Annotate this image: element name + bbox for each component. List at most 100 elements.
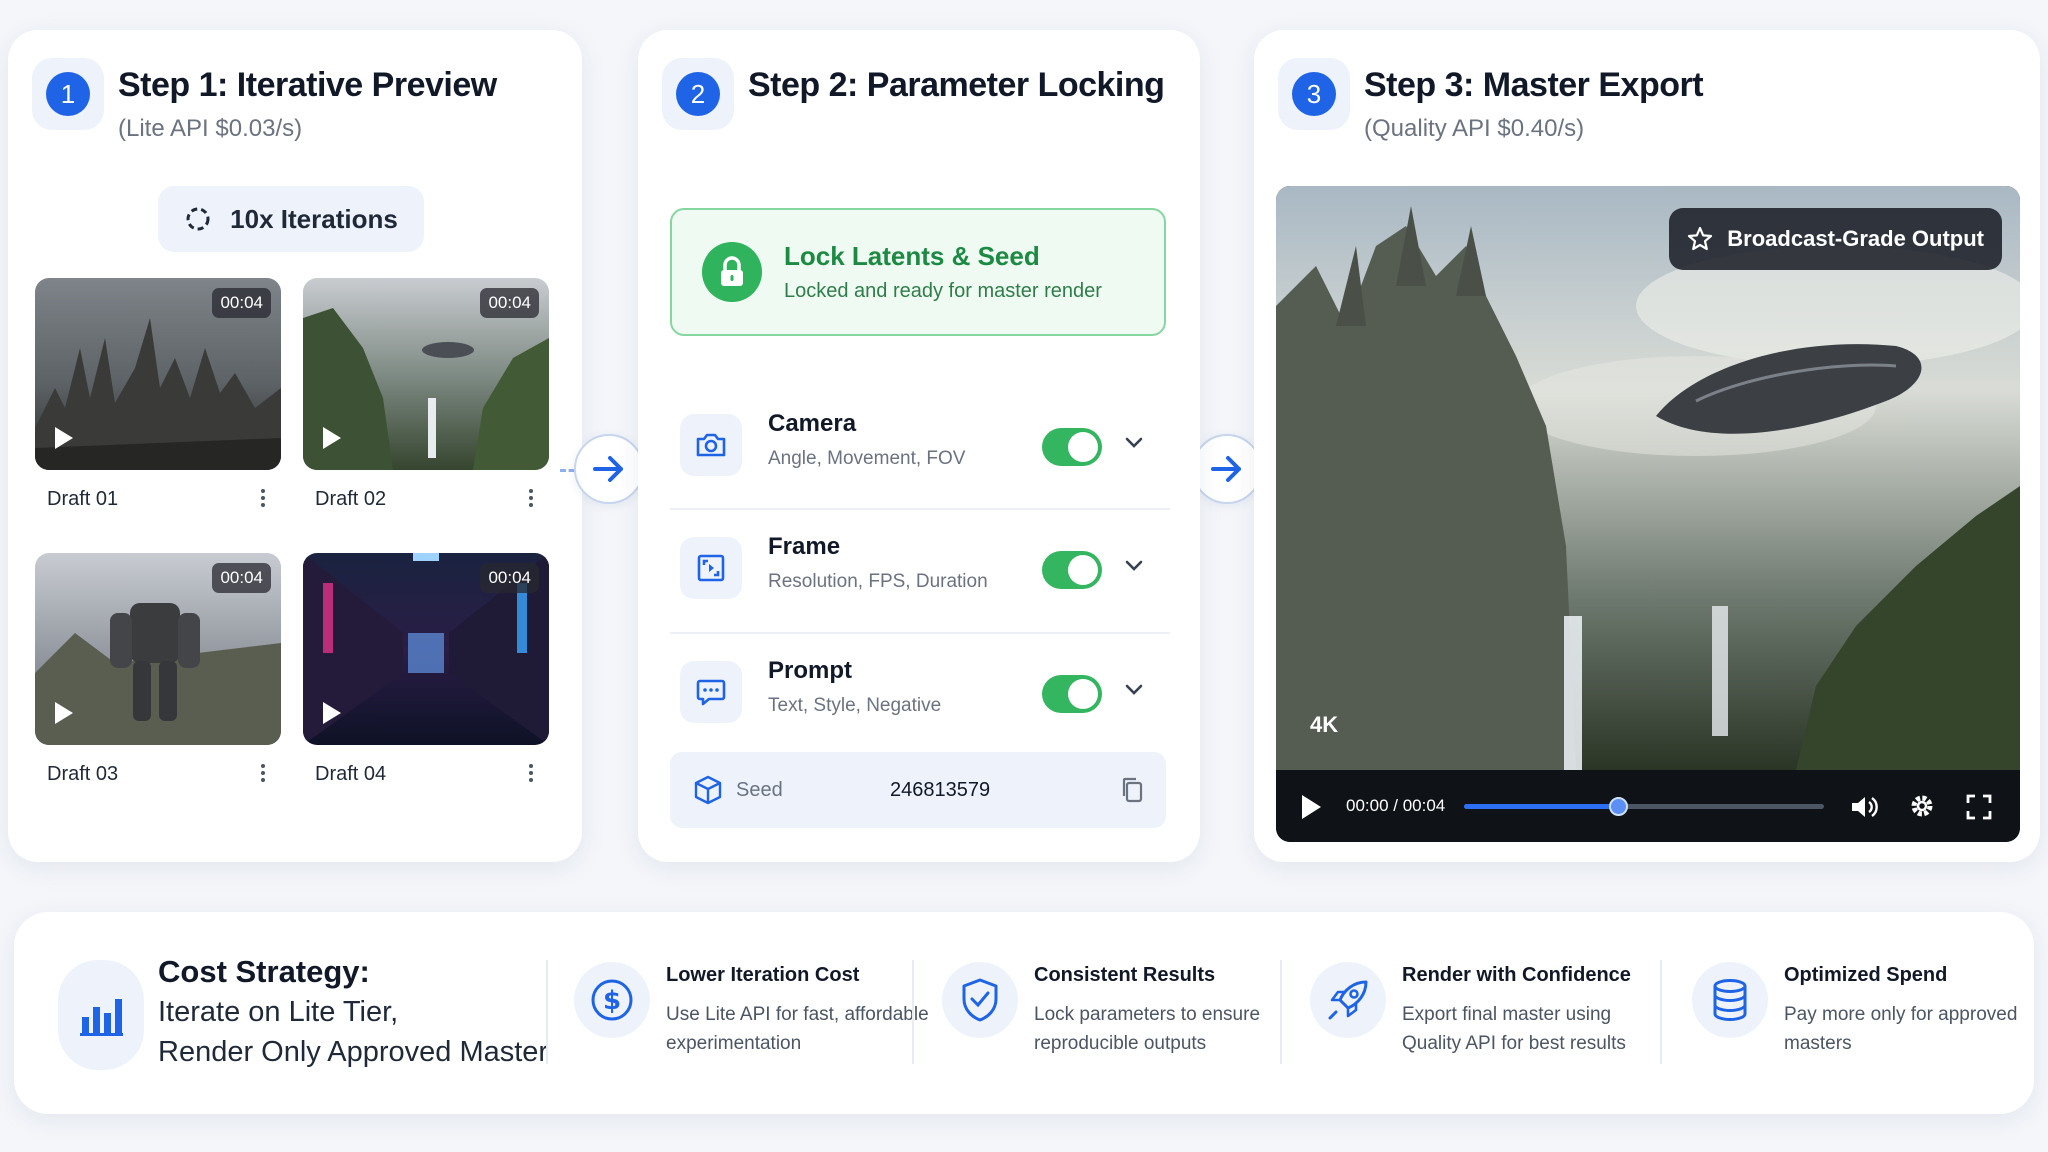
param-title-frame: Frame [768, 533, 841, 560]
param-row-prompt: Prompt Text, Style, Negative [670, 631, 1170, 753]
master-video-frame [1276, 186, 2020, 770]
progress-fill [1464, 804, 1619, 809]
step1-number: 1 [46, 72, 90, 116]
step3-card: 3 Step 3: Master Export (Quality API $0.… [1254, 30, 2040, 862]
cost-line-1: Iterate on Lite Tier, [158, 996, 399, 1028]
lock-latents-panel[interactable]: Lock Latents & Seed Locked and ready for… [670, 208, 1166, 336]
draft-duration-01: 00:04 [212, 288, 271, 318]
draft-duration-03: 00:04 [212, 563, 271, 593]
draft-label-02: Draft 02 [315, 488, 387, 510]
step1-title: Step 1: Iterative Preview [118, 66, 497, 104]
feature-desc: Use Lite API for fast, affordable experi… [666, 1004, 929, 1054]
seed-label: Seed [736, 778, 783, 801]
step2-card: 2 Step 2: Parameter Locking Lock Latents… [638, 30, 1200, 862]
seed-field[interactable]: Seed 246813579 [670, 752, 1166, 828]
camera-icon [680, 414, 742, 476]
draft-card-03[interactable]: 00:04 Draft 03 [35, 553, 281, 801]
cost-line-2: Render Only Approved Master [158, 1036, 549, 1068]
playback-time: 00:00 / 00:04 [1346, 796, 1446, 815]
lock-subtitle: Locked and ready for master render [784, 280, 1102, 302]
chevron-down-icon[interactable] [1124, 559, 1144, 573]
toggle-frame[interactable] [1042, 551, 1102, 589]
next-step-arrow-1[interactable] [574, 434, 644, 504]
play-icon[interactable] [321, 426, 343, 450]
step1-subtitle: (Lite API $0.03/s) [118, 115, 303, 142]
feature-title: Render with Confidence [1402, 964, 1631, 986]
step2-number: 2 [676, 72, 720, 116]
play-icon[interactable] [53, 426, 75, 450]
toggle-prompt[interactable] [1042, 675, 1102, 713]
feature-desc: Pay more only for approved masters [1784, 1004, 2018, 1054]
draft-label-01: Draft 01 [47, 488, 119, 510]
resolution-badge: 4K [1310, 712, 1339, 737]
lock-title: Lock Latents & Seed [784, 241, 1040, 271]
broadcast-label: Broadcast-Grade Output [1727, 226, 1984, 251]
param-title-prompt: Prompt [768, 657, 852, 684]
draft-thumbnail-02[interactable]: 00:04 [303, 278, 549, 470]
padlock-icon [702, 242, 762, 302]
draft-card-01[interactable]: 00:04 Draft 01 [35, 278, 281, 526]
gear-icon[interactable] [1908, 792, 1936, 820]
play-icon[interactable] [53, 701, 75, 725]
param-subtitle-camera: Angle, Movement, FOV [768, 448, 966, 469]
more-options-icon[interactable] [261, 486, 267, 510]
chevron-down-icon[interactable] [1124, 436, 1144, 450]
rocket-icon [1310, 962, 1386, 1038]
iterations-label: 10x Iterations [230, 203, 398, 234]
more-options-icon[interactable] [261, 761, 267, 785]
divider [1660, 960, 1662, 1064]
divider [546, 960, 548, 1064]
master-video-player[interactable]: Broadcast-Grade Output 4K 00:00 / 00:04 [1276, 186, 2020, 842]
arrow-right-icon [1211, 456, 1241, 482]
cost-strategy-panel: Cost Strategy: Iterate on Lite Tier, Ren… [14, 912, 2034, 1114]
arrow-right-icon [593, 456, 623, 482]
draft-duration-04: 00:04 [480, 563, 539, 593]
feature-desc: Lock parameters to ensure reproducible o… [1034, 1004, 1261, 1054]
star-icon [1688, 226, 1713, 251]
param-row-camera: Camera Angle, Movement, FOV [670, 384, 1170, 506]
chevron-down-icon[interactable] [1124, 683, 1144, 697]
toggle-camera[interactable] [1042, 428, 1102, 466]
draft-thumbnail-01[interactable]: 00:04 [35, 278, 281, 470]
draft-card-02[interactable]: 00:04 Draft 02 [303, 278, 549, 526]
feature-title: Consistent Results [1034, 964, 1216, 986]
step1-header: 1 Step 1: Iterative Preview (Lite API $0… [32, 58, 497, 143]
cost-title: Cost Strategy: [158, 954, 370, 989]
bar-chart-icon [58, 960, 144, 1070]
draft-label-04: Draft 04 [315, 763, 387, 785]
draft-card-04[interactable]: 00:04 Draft 04 [303, 553, 549, 801]
param-subtitle-prompt: Text, Style, Negative [768, 695, 942, 716]
feature-consistent-results: Consistent Results Lock parameters to en… [942, 952, 1302, 1072]
progress-handle[interactable] [1608, 797, 1628, 816]
step1-badge: 1 [32, 58, 104, 130]
step2-header: 2 Step 2: Parameter Locking [662, 58, 1165, 130]
next-step-arrow-2[interactable] [1192, 434, 1262, 504]
draft-thumbnail-04[interactable]: 00:04 [303, 553, 549, 745]
database-icon [1692, 962, 1768, 1038]
copy-icon[interactable] [1120, 776, 1144, 804]
draft-label-03: Draft 03 [47, 763, 119, 785]
param-subtitle-frame: Resolution, FPS, Duration [768, 571, 988, 592]
progress-bar[interactable] [1464, 797, 1824, 816]
more-options-icon[interactable] [529, 486, 535, 510]
fullscreen-icon[interactable] [1966, 794, 1992, 820]
draft-duration-02: 00:04 [480, 288, 539, 318]
step3-number: 3 [1292, 72, 1336, 116]
param-title-camera: Camera [768, 410, 857, 437]
volume-icon[interactable] [1850, 794, 1880, 820]
chat-icon [680, 661, 742, 723]
feature-title: Optimized Spend [1784, 964, 1948, 986]
play-icon[interactable] [321, 701, 343, 725]
draft-thumbnail-03[interactable]: 00:04 [35, 553, 281, 745]
step1-card: 1 Step 1: Iterative Preview (Lite API $0… [8, 30, 582, 862]
step3-header: 3 Step 3: Master Export (Quality API $0.… [1278, 58, 1704, 143]
feature-render-confidence: Render with Confidence Export final mast… [1310, 952, 1670, 1072]
more-options-icon[interactable] [529, 761, 535, 785]
play-icon[interactable] [1300, 794, 1322, 820]
feature-desc: Export final master using Quality API fo… [1402, 1004, 1626, 1054]
feature-lower-cost: $ Lower Iteration Cost Use Lite API for … [574, 952, 934, 1072]
divider [912, 960, 914, 1064]
step3-badge: 3 [1278, 58, 1350, 130]
frame-icon [680, 537, 742, 599]
step2-badge: 2 [662, 58, 734, 130]
